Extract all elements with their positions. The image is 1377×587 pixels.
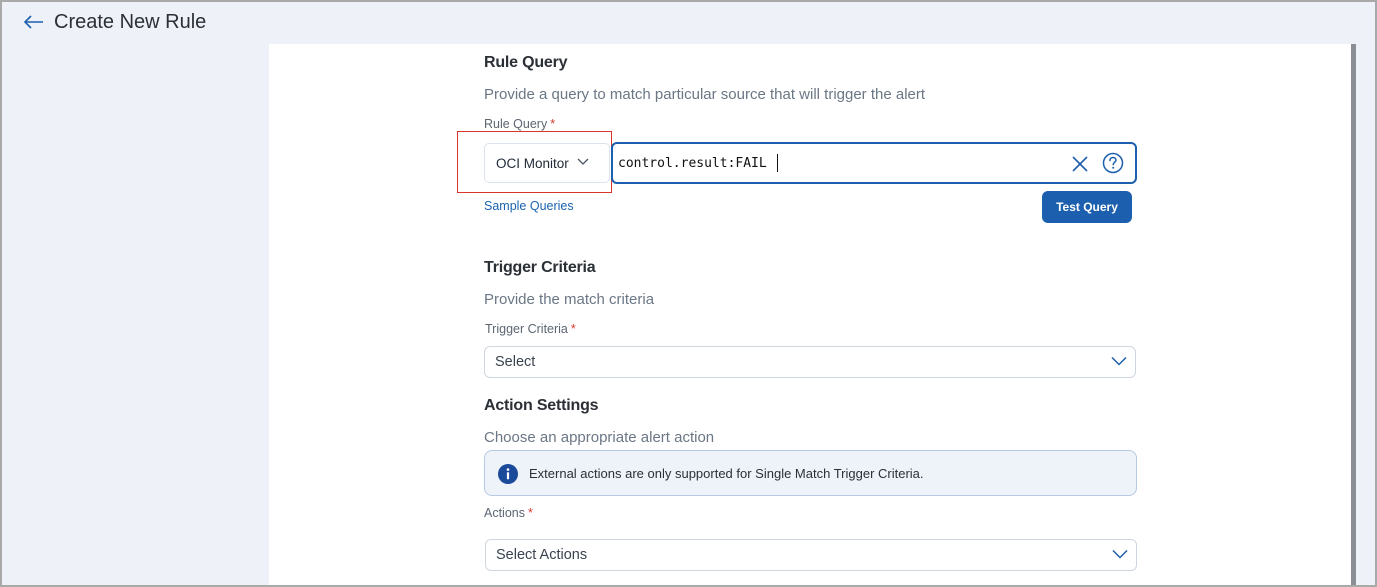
chevron-down-icon [1111, 356, 1127, 366]
header-bar [2, 2, 1375, 44]
rule-query-field-label: Rule Query * [484, 117, 555, 131]
close-icon[interactable] [1071, 155, 1089, 173]
page-title: Create New Rule [54, 11, 207, 33]
chevron-down-icon [1112, 549, 1128, 559]
rule-query-label-text: Rule Query [484, 117, 548, 131]
actions-label-text: Actions [484, 506, 525, 520]
text-cursor [776, 154, 778, 172]
info-banner-text: External actions are only supported for … [529, 466, 924, 481]
actions-field-label: Actions * [484, 506, 533, 520]
required-asterisk: * [570, 322, 576, 336]
rule-query-section-title: Rule Query [484, 54, 568, 71]
action-settings-section-title: Action Settings [484, 397, 599, 414]
trigger-criteria-description: Provide the match criteria [484, 291, 655, 308]
action-settings-description: Choose an appropriate alert action [484, 429, 715, 446]
arrow-left-icon[interactable] [22, 12, 46, 32]
rule-query-description: Provide a query to match particular sour… [484, 86, 926, 103]
info-circle-icon [498, 464, 518, 484]
form-panel [269, 44, 1351, 585]
question-circle-icon[interactable] [1102, 152, 1124, 174]
trigger-criteria-label-text: Trigger Criteria [485, 322, 568, 336]
required-asterisk: * [528, 506, 533, 520]
actions-select-value: Select Actions [496, 547, 588, 563]
query-source-dropdown[interactable]: OCI Monitor [484, 143, 610, 183]
rule-query-input-value: control.result:FAIL [618, 155, 767, 171]
trigger-criteria-select-value: Select [495, 354, 536, 370]
trigger-criteria-field-label: Trigger Criteria * [485, 322, 576, 336]
info-banner: External actions are only supported for … [484, 450, 1137, 496]
trigger-criteria-section-title: Trigger Criteria [484, 259, 596, 276]
query-source-value: OCI Monitor [496, 155, 569, 171]
trigger-criteria-select[interactable]: Select [484, 346, 1136, 378]
chevron-down-icon [577, 158, 589, 165]
test-query-button[interactable]: Test Query [1042, 191, 1132, 223]
actions-select[interactable]: Select Actions [485, 539, 1137, 571]
required-asterisk: * [550, 117, 556, 131]
sample-queries-link[interactable]: Sample Queries [484, 199, 574, 213]
rule-query-input[interactable]: control.result:FAIL [611, 142, 1137, 184]
scrollbar[interactable] [1351, 44, 1356, 585]
